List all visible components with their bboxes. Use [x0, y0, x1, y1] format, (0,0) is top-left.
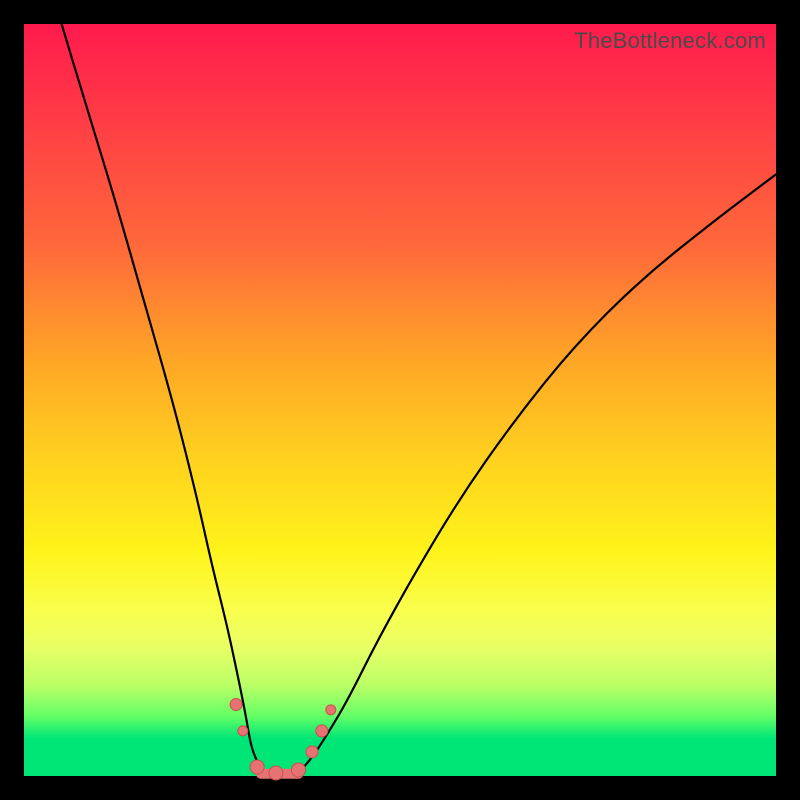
marker-dot: [230, 699, 242, 711]
plot-area: TheBottleneck.com: [24, 24, 776, 776]
marker-dot: [269, 766, 283, 780]
marker-dot: [326, 705, 336, 715]
marker-group: [230, 699, 336, 780]
chart-svg: [24, 24, 776, 776]
marker-dot: [291, 763, 305, 777]
curve-right: [295, 174, 776, 776]
marker-dot: [316, 725, 328, 737]
chart-frame: TheBottleneck.com: [0, 0, 800, 800]
marker-dot: [238, 726, 248, 736]
marker-dot: [306, 746, 318, 758]
marker-dot: [250, 760, 264, 774]
curve-left: [62, 24, 273, 776]
